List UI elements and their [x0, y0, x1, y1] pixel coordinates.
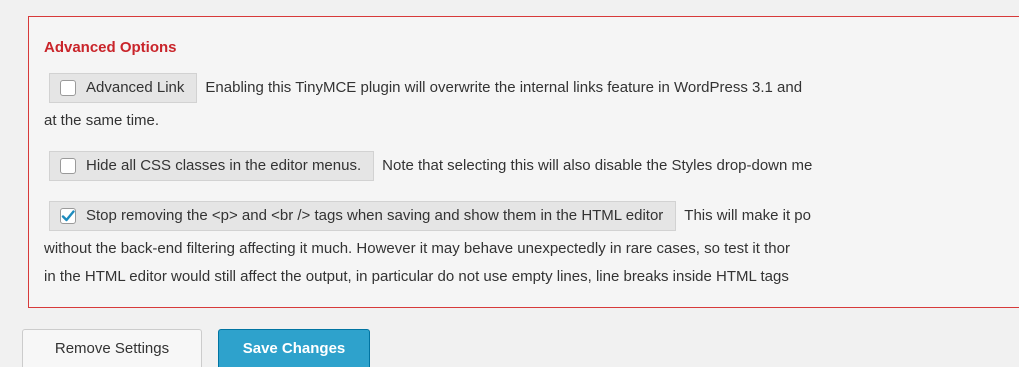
- hide-css-checkbox[interactable]: [60, 158, 76, 174]
- option-stop-removing-tags: Stop removing the <p> and <br /> tags wh…: [44, 201, 1019, 291]
- advanced-link-description: Enabling this TinyMCE plugin will overwr…: [205, 78, 803, 96]
- hide-css-label: Hide all CSS classes in the editor menus…: [86, 157, 362, 174]
- option-hide-css-classes: Hide all CSS classes in the editor menus…: [44, 151, 1019, 181]
- advanced-link-checkbox-label[interactable]: Advanced Link: [49, 73, 198, 103]
- advanced-link-checkbox[interactable]: [60, 80, 76, 96]
- hide-css-checkbox-label[interactable]: Hide all CSS classes in the editor menus…: [49, 151, 375, 181]
- stop-removing-description-line2: without the back-end filtering affecting…: [44, 240, 790, 257]
- save-changes-button[interactable]: Save Changes: [218, 329, 370, 367]
- panel-title: Advanced Options: [44, 39, 177, 56]
- checkmark-icon: [61, 210, 75, 222]
- advanced-link-description-cont: at the same time.: [44, 112, 160, 129]
- hide-css-description: Note that selecting this will also disab…: [382, 156, 813, 174]
- stop-removing-checkbox[interactable]: [60, 208, 76, 224]
- stop-removing-description: This will make it po: [684, 206, 811, 224]
- advanced-options-panel: Advanced Options Advanced Link Enabling …: [28, 16, 1019, 308]
- option-advanced-link: Advanced Link Enabling this TinyMCE plug…: [44, 73, 1019, 135]
- stop-removing-checkbox-label[interactable]: Stop removing the <p> and <br /> tags wh…: [49, 201, 677, 231]
- advanced-link-label: Advanced Link: [86, 79, 185, 96]
- stop-removing-description-line3: in the HTML editor would still affect th…: [44, 268, 789, 285]
- stop-removing-label: Stop removing the <p> and <br /> tags wh…: [86, 207, 664, 224]
- remove-settings-button[interactable]: Remove Settings: [22, 329, 202, 367]
